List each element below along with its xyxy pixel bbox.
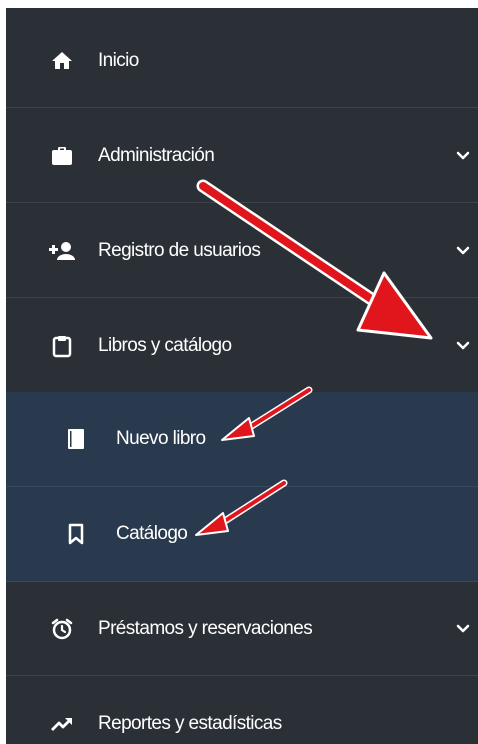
sidebar-item-libros-catalogo[interactable]: Libros y catálogo bbox=[6, 299, 478, 393]
sidebar-item-label: Préstamos y reservaciones bbox=[98, 617, 313, 639]
submenu-item-nuevo-libro[interactable]: Nuevo libro bbox=[6, 392, 478, 487]
sidebar-item-label: Reportes y estadísticas bbox=[98, 713, 282, 734]
submenu-item-catalogo[interactable]: Catálogo bbox=[6, 487, 478, 582]
sidebar-item-label: Administración bbox=[98, 144, 215, 166]
sidebar-item-prestamos-reservaciones[interactable]: Préstamos y reservaciones bbox=[6, 582, 478, 676]
sidebar-item-label: Inicio bbox=[98, 49, 139, 71]
chevron-down-icon[interactable] bbox=[456, 149, 470, 163]
bookmark-icon bbox=[64, 522, 88, 546]
sidebar-menu: Inicio Administración Registro de usuari… bbox=[6, 8, 478, 744]
briefcase-icon bbox=[50, 144, 74, 168]
submenu-item-label: Nuevo libro bbox=[116, 428, 206, 449]
sidebar-item-administracion[interactable]: Administración bbox=[6, 109, 478, 203]
chevron-down-icon[interactable] bbox=[456, 622, 470, 636]
sidebar-item-label: Registro de usuarios bbox=[98, 239, 261, 261]
user-plus-icon bbox=[48, 239, 76, 263]
chevron-down-icon[interactable] bbox=[456, 339, 470, 353]
home-icon bbox=[50, 49, 74, 73]
sidebar-item-registro-usuarios[interactable]: Registro de usuarios bbox=[6, 204, 478, 298]
trending-up-icon bbox=[50, 712, 74, 736]
sidebar-item-reportes-estadisticas[interactable]: Reportes y estadísticas bbox=[6, 677, 478, 744]
chevron-down-icon[interactable] bbox=[456, 244, 470, 258]
sidebar-item-label: Libros y catálogo bbox=[98, 334, 232, 356]
sidebar-item-inicio[interactable]: Inicio bbox=[6, 14, 478, 108]
clipboard-icon bbox=[50, 334, 74, 358]
book-icon bbox=[64, 427, 88, 451]
submenu-item-label: Catálogo bbox=[116, 523, 188, 544]
alarm-clock-icon bbox=[50, 617, 74, 641]
